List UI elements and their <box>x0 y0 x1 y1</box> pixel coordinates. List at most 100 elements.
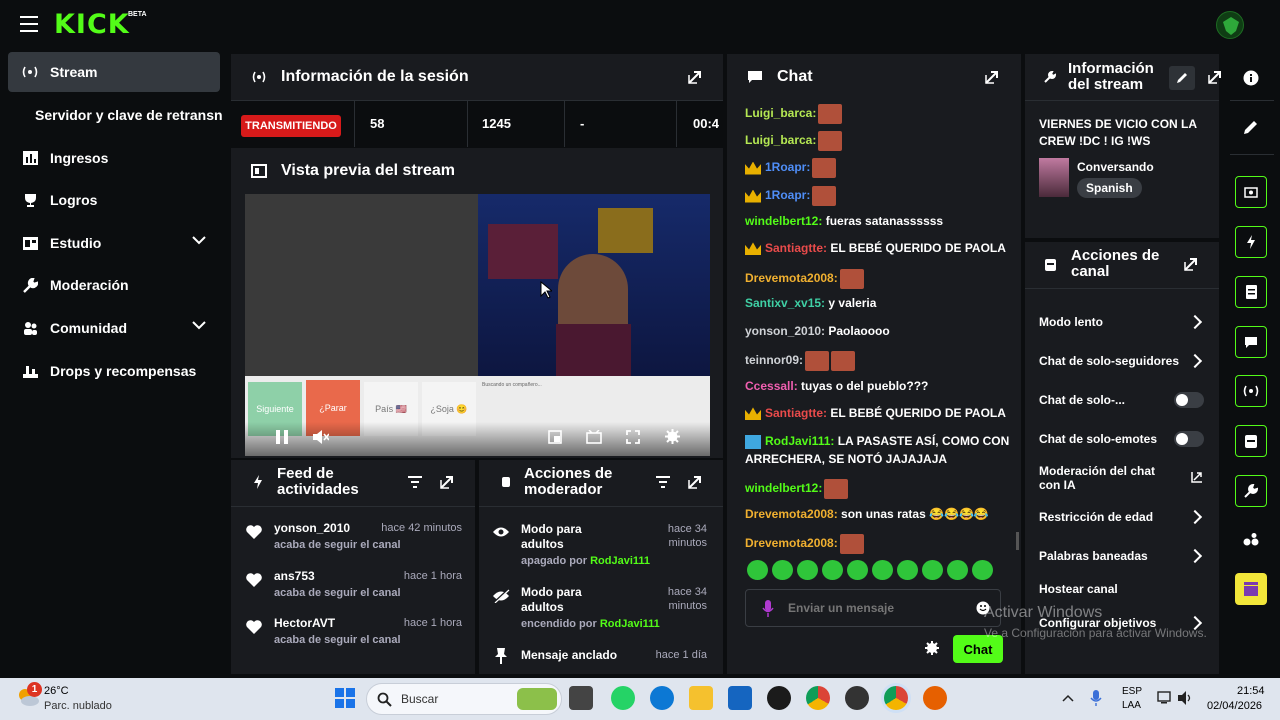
chat-button[interactable] <box>1235 326 1267 358</box>
language-layout[interactable]: LAA <box>1122 700 1141 711</box>
sidebar-item-ingresos[interactable]: Ingresos <box>8 138 220 178</box>
chat-username[interactable]: 1Roapr: <box>765 188 810 202</box>
slow-mode-item[interactable]: Modo lento <box>1039 315 1103 329</box>
volume-icon[interactable] <box>1178 691 1192 705</box>
emote-picker-item[interactable] <box>897 560 918 580</box>
sidebar-item-moderacion[interactable]: Moderación <box>8 265 220 305</box>
followers-only-item[interactable]: Chat de solo-seguidores <box>1039 354 1179 368</box>
community-icon[interactable] <box>1243 533 1259 547</box>
kick-logo[interactable]: KICK <box>54 9 130 40</box>
emote-picker-item[interactable] <box>947 560 968 580</box>
chat-username[interactable]: Drevemota2008: <box>745 271 838 285</box>
chat-username[interactable]: 1Roapr: <box>765 160 810 174</box>
mic-icon[interactable] <box>1090 690 1102 706</box>
user-avatar[interactable] <box>1216 11 1244 39</box>
chevron-up-icon[interactable] <box>1062 694 1074 702</box>
settings-icon[interactable] <box>665 429 680 444</box>
store-icon[interactable] <box>728 686 752 710</box>
chrome-active-icon[interactable] <box>884 686 908 710</box>
chat-username[interactable]: Drevemota2008: <box>745 536 838 550</box>
edge-icon[interactable] <box>650 686 674 710</box>
chat-scrollbar[interactable] <box>1016 532 1019 550</box>
banned-words-item[interactable]: Palabras baneadas <box>1039 549 1148 563</box>
age-restriction-item[interactable]: Restricción de edad <box>1039 510 1153 524</box>
pip-icon[interactable] <box>548 430 562 444</box>
emote-picker-item[interactable] <box>747 560 768 580</box>
mod-username[interactable]: RodJavi111 <box>600 618 660 630</box>
firefox-icon[interactable] <box>923 686 947 710</box>
channel-actions-button[interactable] <box>1235 425 1267 457</box>
chevron-down-icon[interactable] <box>192 236 206 245</box>
chat-username[interactable]: yonson_2010: <box>745 324 825 338</box>
edit-button[interactable] <box>1169 66 1195 90</box>
host-channel-item[interactable]: Hostear canal <box>1039 582 1118 596</box>
network-icon[interactable] <box>1157 691 1171 704</box>
app-icon[interactable] <box>767 686 791 710</box>
task-view-icon[interactable] <box>569 686 593 710</box>
mute-icon[interactable] <box>313 430 329 444</box>
chat-username[interactable]: windelbert12: <box>745 214 822 228</box>
ai-moderation-item[interactable]: Moderación del chat con IA <box>1039 464 1155 492</box>
emote-picker-item[interactable] <box>772 560 793 580</box>
emote-picker-item[interactable] <box>922 560 943 580</box>
file-explorer-icon[interactable] <box>689 686 713 710</box>
sidebar-item-logros[interactable]: Logros <box>8 180 220 220</box>
emote-picker-item[interactable] <box>797 560 818 580</box>
popout-icon[interactable] <box>440 475 454 489</box>
notes-button[interactable] <box>1235 276 1267 308</box>
chat-username[interactable]: Drevemota2008: <box>745 507 838 521</box>
quick-actions-button[interactable] <box>1235 226 1267 258</box>
moderation-button[interactable] <box>1235 475 1267 507</box>
popout-icon[interactable] <box>688 475 702 489</box>
windows-start-icon[interactable] <box>335 688 355 708</box>
sidebar-item-comunidad[interactable]: Comunidad <box>8 308 220 348</box>
mod-username[interactable]: RodJavi111 <box>590 555 650 567</box>
subs-only-toggle[interactable] <box>1174 392 1204 408</box>
info-icon[interactable] <box>1243 70 1259 86</box>
chevron-down-icon[interactable] <box>192 321 206 330</box>
pencil-icon[interactable] <box>1243 120 1258 135</box>
chat-username[interactable]: teinnor09: <box>745 353 803 367</box>
chat-username[interactable]: windelbert12: <box>745 481 822 495</box>
emote-picker-item[interactable] <box>872 560 893 580</box>
chat-username[interactable]: Ccessall: <box>745 379 798 393</box>
popout-icon[interactable] <box>688 70 702 84</box>
fullscreen-icon[interactable] <box>626 430 640 444</box>
popout-icon[interactable] <box>985 70 999 84</box>
chat-username[interactable]: Luigi_barca: <box>745 106 816 120</box>
sidebar-item-estudio[interactable]: Estudio <box>8 223 220 263</box>
popout-icon[interactable] <box>1184 257 1198 271</box>
popout-icon[interactable] <box>1208 70 1222 84</box>
taskbar-search[interactable]: Buscar <box>366 683 562 715</box>
menu-icon[interactable] <box>20 16 38 32</box>
broadcast-button[interactable] <box>1235 375 1267 407</box>
theater-icon[interactable] <box>586 430 602 444</box>
stream-preview[interactable]: Siguiente ¿Parar País 🇺🇸 ¿Soja 😊 Buscand… <box>245 194 710 456</box>
category-label[interactable]: Conversando <box>1077 160 1154 174</box>
external-chart-icon[interactable] <box>1191 471 1203 483</box>
whatsapp-icon[interactable] <box>611 686 635 710</box>
chat-username[interactable]: Luigi_barca: <box>745 133 816 147</box>
obs-icon[interactable] <box>845 686 869 710</box>
chrome-icon[interactable] <box>806 686 830 710</box>
sidebar-item-drops[interactable]: Drops y recompensas <box>8 351 220 391</box>
filter-icon[interactable] <box>408 476 422 488</box>
clapper-button[interactable] <box>1235 573 1267 605</box>
emote-picker-item[interactable] <box>822 560 843 580</box>
clock-date[interactable]: 02/04/2026 <box>1207 700 1262 712</box>
pause-icon[interactable] <box>275 430 289 444</box>
chat-username[interactable]: Santiagtte: <box>765 406 827 420</box>
sidebar-item-stream-key[interactable]: Servidor y clave de retransn <box>8 95 223 135</box>
chat-username[interactable]: Santixv_xv15: <box>745 296 825 310</box>
emotes-only-toggle[interactable] <box>1174 431 1204 447</box>
clock-time[interactable]: 21:54 <box>1237 685 1265 697</box>
chat-username[interactable]: RodJavi111: <box>765 434 834 448</box>
emote-picker-item[interactable] <box>972 560 993 580</box>
sidebar-item-stream[interactable]: Stream <box>8 52 220 92</box>
mic-icon[interactable] <box>762 600 774 617</box>
chat-input[interactable] <box>788 598 968 618</box>
language-code[interactable]: ESP <box>1122 686 1142 697</box>
weather-widget[interactable]: 1 <box>16 682 42 710</box>
filter-icon[interactable] <box>656 476 670 488</box>
camera-button[interactable] <box>1235 176 1267 208</box>
